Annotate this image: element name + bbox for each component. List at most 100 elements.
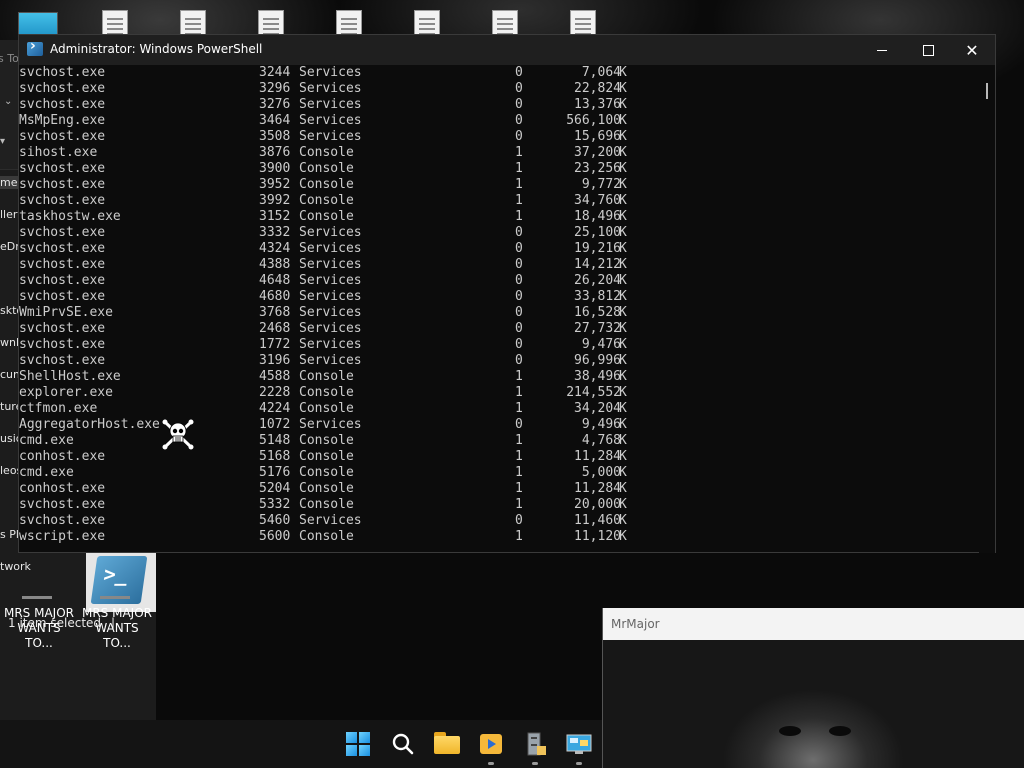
process-pid: 5148 xyxy=(259,433,291,448)
process-session-name: Services xyxy=(299,257,362,272)
process-pid: 4324 xyxy=(259,241,291,256)
process-pid: 3508 xyxy=(259,129,291,144)
process-session-name: Services xyxy=(299,337,362,352)
process-mem: 27,732 xyxy=(574,321,621,336)
process-session-name: Services xyxy=(299,417,362,432)
process-pid: 3952 xyxy=(259,177,291,192)
file-cabinet-icon[interactable] xyxy=(522,732,548,756)
process-pid: 3464 xyxy=(259,113,291,128)
monitor-app-icon[interactable] xyxy=(566,732,592,756)
process-session-num: 1 xyxy=(515,385,523,400)
process-session-name: Console xyxy=(299,465,354,480)
process-mem: 25,100 xyxy=(574,225,621,240)
process-mem: 37,200 xyxy=(574,145,621,160)
process-session-name: Services xyxy=(299,305,362,320)
process-mem: 11,284 xyxy=(574,449,621,464)
process-name: svchost.exe xyxy=(19,321,106,336)
nav-item-onedrive[interactable]: eDr xyxy=(0,240,20,253)
process-pid: 3244 xyxy=(259,65,291,80)
process-session-num: 0 xyxy=(515,97,523,112)
process-mem: 26,204 xyxy=(574,273,621,288)
process-mem: 18,496 xyxy=(574,209,621,224)
maximize-button[interactable] xyxy=(905,35,951,65)
search-icon[interactable] xyxy=(390,732,416,756)
process-name: svchost.exe xyxy=(19,81,106,96)
process-mem: 566,100 xyxy=(566,113,621,128)
process-name: taskhostw.exe xyxy=(19,209,121,224)
powershell-window: Administrator: Windows PowerShell ✕ svch… xyxy=(18,34,996,553)
desktop-file-label[interactable]: MRS MAJOR WANTS TO... xyxy=(80,606,154,651)
process-unit: K xyxy=(619,481,627,496)
chevron-down-icon[interactable]: ⌄ xyxy=(4,96,12,107)
process-session-name: Console xyxy=(299,161,354,176)
process-mem: 9,772 xyxy=(581,177,621,192)
process-mem: 34,204 xyxy=(574,401,621,416)
process-session-num: 0 xyxy=(515,321,523,336)
desktop: ⌄ ▾ s To me llery eDr skto wnl cum ture … xyxy=(0,0,1024,768)
process-session-name: Services xyxy=(299,321,362,336)
process-mem: 4,768 xyxy=(581,433,621,448)
process-name: sihost.exe xyxy=(19,145,98,160)
process-mem: 23,256 xyxy=(574,161,621,176)
windows-start-icon[interactable] xyxy=(346,732,372,756)
vertical-scrollbar[interactable] xyxy=(979,65,995,553)
process-unit: K xyxy=(619,353,627,368)
process-pid: 3768 xyxy=(259,305,291,320)
process-name: ShellHost.exe xyxy=(19,369,121,384)
face-eye xyxy=(779,726,801,736)
process-session-name: Services xyxy=(299,65,362,80)
desktop-file-label[interactable]: MRS MAJOR WANTS TO... xyxy=(2,606,76,651)
process-name: svchost.exe xyxy=(19,161,106,176)
process-name: svchost.exe xyxy=(19,97,106,112)
scrollbar-thumb[interactable] xyxy=(986,83,988,99)
process-unit: K xyxy=(619,81,627,96)
face-eye xyxy=(829,726,851,736)
nav-item-home[interactable]: me xyxy=(0,176,18,189)
process-mem: 11,460 xyxy=(574,513,621,528)
dropdown-arrow-icon[interactable]: ▾ xyxy=(0,136,5,147)
process-name: conhost.exe xyxy=(19,481,106,496)
process-session-name: Services xyxy=(299,81,362,96)
nav-item-downloads[interactable]: wnl xyxy=(0,336,19,349)
process-session-num: 1 xyxy=(515,177,523,192)
process-session-name: Console xyxy=(299,433,354,448)
process-pid: 2468 xyxy=(259,321,291,336)
window-title[interactable]: MrMajor xyxy=(603,608,1024,640)
process-session-num: 1 xyxy=(515,529,523,544)
process-session-num: 0 xyxy=(515,65,523,80)
process-unit: K xyxy=(619,305,627,320)
process-mem: 11,284 xyxy=(574,481,621,496)
process-unit: K xyxy=(619,177,627,192)
process-session-num: 0 xyxy=(515,225,523,240)
process-session-num: 1 xyxy=(515,161,523,176)
process-session-name: Services xyxy=(299,353,362,368)
process-session-name: Console xyxy=(299,209,354,224)
process-name: svchost.exe xyxy=(19,129,106,144)
running-indicator xyxy=(488,762,494,765)
media-player-icon[interactable] xyxy=(478,732,504,756)
process-session-num: 0 xyxy=(515,81,523,96)
close-button[interactable]: ✕ xyxy=(949,35,995,65)
process-mem: 5,000 xyxy=(581,465,621,480)
nav-item-network[interactable]: twork xyxy=(0,560,31,573)
process-mem: 11,120 xyxy=(574,529,621,544)
process-unit: K xyxy=(619,369,627,384)
process-mem: 22,824 xyxy=(574,81,621,96)
process-name: svchost.exe xyxy=(19,273,106,288)
running-indicator xyxy=(532,762,538,765)
process-session-num: 0 xyxy=(515,305,523,320)
taskbar xyxy=(0,720,602,768)
minimize-button[interactable] xyxy=(859,35,905,65)
process-session-num: 0 xyxy=(515,241,523,256)
title-bar[interactable]: Administrator: Windows PowerShell ✕ xyxy=(19,35,995,65)
powershell-file-thumbnail[interactable]: >_ xyxy=(86,550,156,612)
process-pid: 5176 xyxy=(259,465,291,480)
process-session-name: Services xyxy=(299,97,362,112)
process-session-num: 0 xyxy=(515,353,523,368)
process-mem: 13,376 xyxy=(574,97,621,112)
process-session-name: Services xyxy=(299,113,362,128)
file-explorer-icon[interactable] xyxy=(434,732,460,756)
nav-item-this-pc[interactable]: s Pl xyxy=(0,528,19,541)
console-output[interactable]: svchost.exe 3244 Services 0 7,064 Ksvchost.ex… xyxy=(19,65,979,553)
process-pid: 1072 xyxy=(259,417,291,432)
